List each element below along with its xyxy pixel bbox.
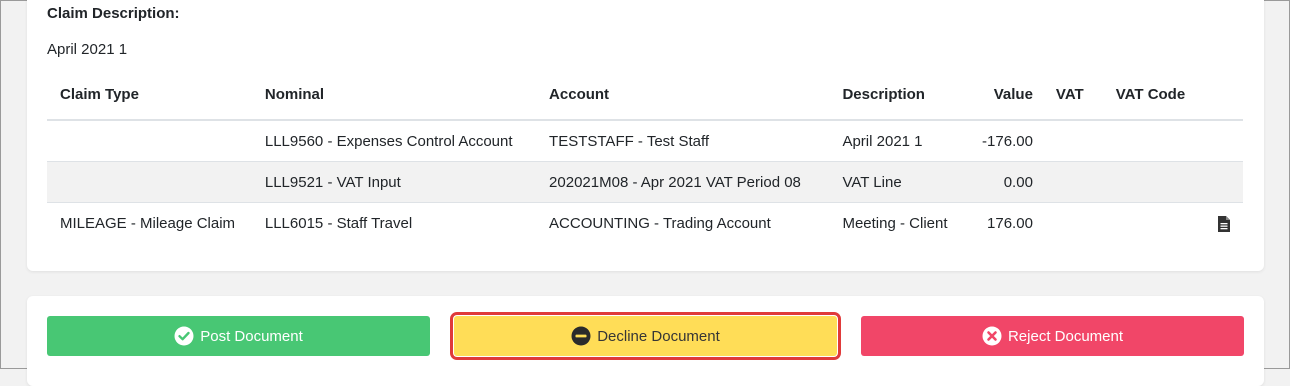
- cell-value: 0.00: [969, 161, 1043, 203]
- header-vat-code: VAT Code: [1102, 86, 1243, 121]
- document-icon[interactable]: [1217, 215, 1231, 232]
- decline-document-button[interactable]: Decline Document: [450, 312, 841, 360]
- header-claim-type: Claim Type: [47, 86, 252, 121]
- cell-vat-code: [1103, 203, 1243, 244]
- header-vat: VAT: [1042, 86, 1103, 121]
- table-row: MILEAGE - Mileage Claim LLL6015 - Staff …: [47, 203, 1243, 244]
- cell-description: VAT Line: [829, 161, 970, 203]
- claim-card: Claim Description: April 2021 1 Claim Ty…: [27, 0, 1264, 271]
- cell-vat-code: [1102, 161, 1243, 203]
- cell-vat: [1042, 161, 1103, 203]
- cell-nominal: LLL9560 - Expenses Control Account: [251, 120, 537, 162]
- table-row: LLL9521 - VAT Input 202021M08 - Apr 2021…: [47, 161, 1243, 203]
- cell-claim-type: [47, 120, 252, 162]
- cell-account: TESTSTAFF - Test Staff: [536, 120, 830, 162]
- reject-document-button[interactable]: Reject Document: [861, 316, 1244, 356]
- cell-account: 202021M08 - Apr 2021 VAT Period 08: [536, 161, 830, 203]
- cell-account: ACCOUNTING - Trading Account: [549, 214, 771, 232]
- header-description: Description: [829, 86, 970, 121]
- cell-description: April 2021 1: [829, 120, 970, 162]
- check-circle-icon: [174, 326, 194, 346]
- reject-document-label: Reject Document: [1007, 327, 1124, 345]
- claim-description-value: April 2021 1: [47, 41, 128, 58]
- cell-nominal: LLL9521 - VAT Input: [251, 161, 537, 203]
- actions-card: Post Document Decline Document Reject Do…: [27, 296, 1264, 386]
- cell-value: 176.00: [987, 214, 1033, 232]
- cell-description: Meeting - Client: [842, 214, 948, 232]
- post-document-button[interactable]: Post Document: [47, 316, 430, 356]
- table-row: LLL9560 - Expenses Control Account TESTS…: [47, 120, 1243, 162]
- table-header-row: Claim Type Nominal Account Description V…: [47, 86, 1243, 121]
- cell-vat-code: [1102, 120, 1243, 162]
- cell-vat: [1042, 120, 1103, 162]
- cell-nominal: LLL6015 - Staff Travel: [264, 214, 413, 232]
- header-account: Account: [536, 86, 830, 121]
- cell-claim-type: MILEAGE - Mileage Claim: [60, 214, 236, 232]
- post-document-label: Post Document: [200, 327, 303, 345]
- header-nominal: Nominal: [251, 86, 537, 121]
- cell-claim-type: [47, 161, 252, 203]
- cell-value: -176.00: [969, 120, 1043, 162]
- claim-lines-table: Claim Type Nominal Account Description V…: [47, 86, 1243, 243]
- minus-circle-icon: [571, 326, 591, 346]
- x-circle-icon: [982, 326, 1002, 346]
- cell-vat: [1043, 203, 1103, 244]
- claim-description-label: Claim Description:: [47, 5, 180, 22]
- header-value: Value: [969, 86, 1043, 121]
- decline-document-label: Decline Document: [597, 327, 720, 345]
